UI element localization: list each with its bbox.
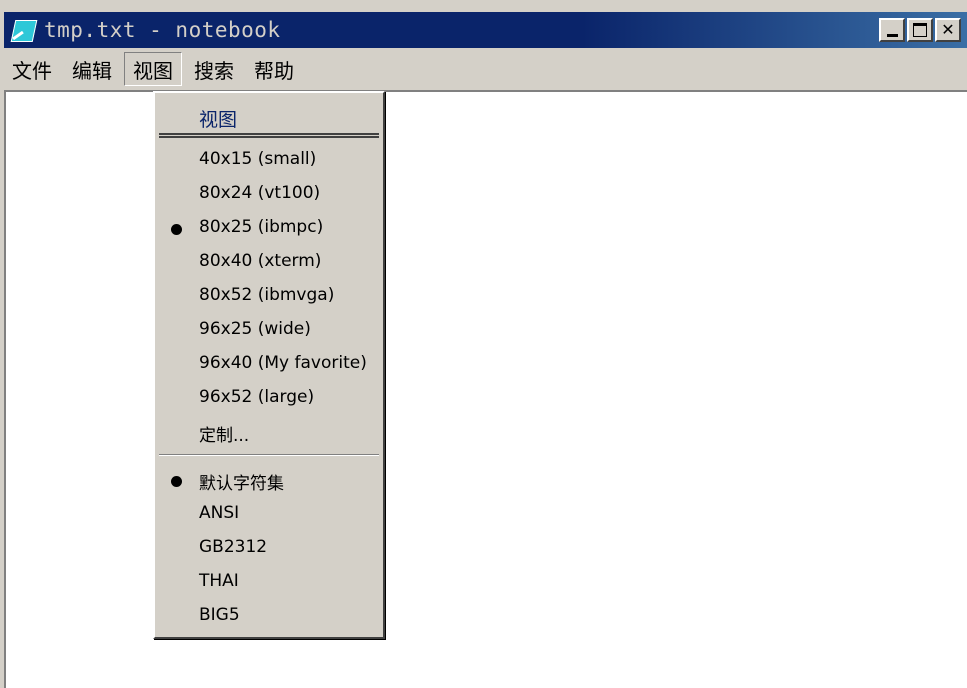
maximize-button[interactable] <box>907 18 933 42</box>
menu-item-label: THAI <box>199 571 239 591</box>
menu-search[interactable]: 搜索 <box>186 52 242 86</box>
menu-bar: 文件 编辑 视图 搜索 帮助 <box>4 50 967 88</box>
menu-item-size-favorite[interactable]: 96x40 (My favorite) <box>155 349 383 381</box>
menu-item-charset-default[interactable]: 默认字符集 <box>155 465 383 497</box>
menu-item-label: BIG5 <box>199 605 240 625</box>
window-title: tmp.txt - notebook <box>44 18 281 42</box>
menu-item-size-small[interactable]: 40x15 (small) <box>155 145 383 177</box>
view-menu-dropdown: 视图 40x15 (small) 80x24 (vt100) 80x25 (ib… <box>153 91 385 639</box>
menu-item-label: 80x52 (ibmvga) <box>199 285 335 305</box>
menu-item-label: 96x40 (My favorite) <box>199 353 367 373</box>
menu-separator <box>159 454 379 456</box>
notebook-app-icon[interactable] <box>10 18 38 42</box>
dropdown-title: 视图 <box>199 109 238 131</box>
close-button[interactable]: ✕ <box>935 18 961 42</box>
menu-item-size-ibmpc[interactable]: 80x25 (ibmpc) <box>155 213 383 245</box>
title-bar[interactable]: tmp.txt - notebook ✕ <box>4 12 967 48</box>
menu-item-label: 40x15 (small) <box>199 149 317 169</box>
text-editor-area[interactable] <box>4 90 967 688</box>
minimize-icon <box>886 33 898 37</box>
menu-item-label: 80x25 (ibmpc) <box>199 217 324 237</box>
menu-item-size-large[interactable]: 96x52 (large) <box>155 383 383 415</box>
menu-item-charset-gb2312[interactable]: GB2312 <box>155 533 383 565</box>
menu-item-charset-ansi[interactable]: ANSI <box>155 499 383 531</box>
menu-item-label: 96x52 (large) <box>199 387 315 407</box>
menu-item-size-custom[interactable]: 定制... <box>155 417 383 449</box>
window-controls: ✕ <box>879 18 961 42</box>
menu-item-label: 默认字符集 <box>199 474 284 494</box>
menu-item-label: 定制... <box>199 426 250 446</box>
menu-item-charset-big5[interactable]: BIG5 <box>155 601 383 633</box>
title-separator <box>159 133 379 138</box>
radio-bullet-icon <box>171 224 182 235</box>
close-icon: ✕ <box>941 20 955 39</box>
maximize-icon <box>913 23 927 37</box>
menu-item-label: 96x25 (wide) <box>199 319 311 339</box>
menu-item-size-wide[interactable]: 96x25 (wide) <box>155 315 383 347</box>
menu-item-size-vt100[interactable]: 80x24 (vt100) <box>155 179 383 211</box>
menu-item-size-xterm[interactable]: 80x40 (xterm) <box>155 247 383 279</box>
menu-item-size-ibmvga[interactable]: 80x52 (ibmvga) <box>155 281 383 313</box>
menu-item-label: ANSI <box>199 503 240 523</box>
menu-view[interactable]: 视图 <box>124 52 182 86</box>
radio-bullet-icon <box>171 476 182 487</box>
app-window: tmp.txt - notebook ✕ 文件 编辑 视图 搜索 帮助 视图 4… <box>0 0 967 688</box>
menu-item-charset-thai[interactable]: THAI <box>155 567 383 599</box>
menu-edit[interactable]: 编辑 <box>64 52 120 86</box>
menu-item-label: 80x24 (vt100) <box>199 183 321 203</box>
menu-file[interactable]: 文件 <box>4 52 60 86</box>
minimize-button[interactable] <box>879 18 905 42</box>
menu-item-label: GB2312 <box>199 537 268 557</box>
menu-help[interactable]: 帮助 <box>246 52 302 86</box>
menu-item-label: 80x40 (xterm) <box>199 251 322 271</box>
